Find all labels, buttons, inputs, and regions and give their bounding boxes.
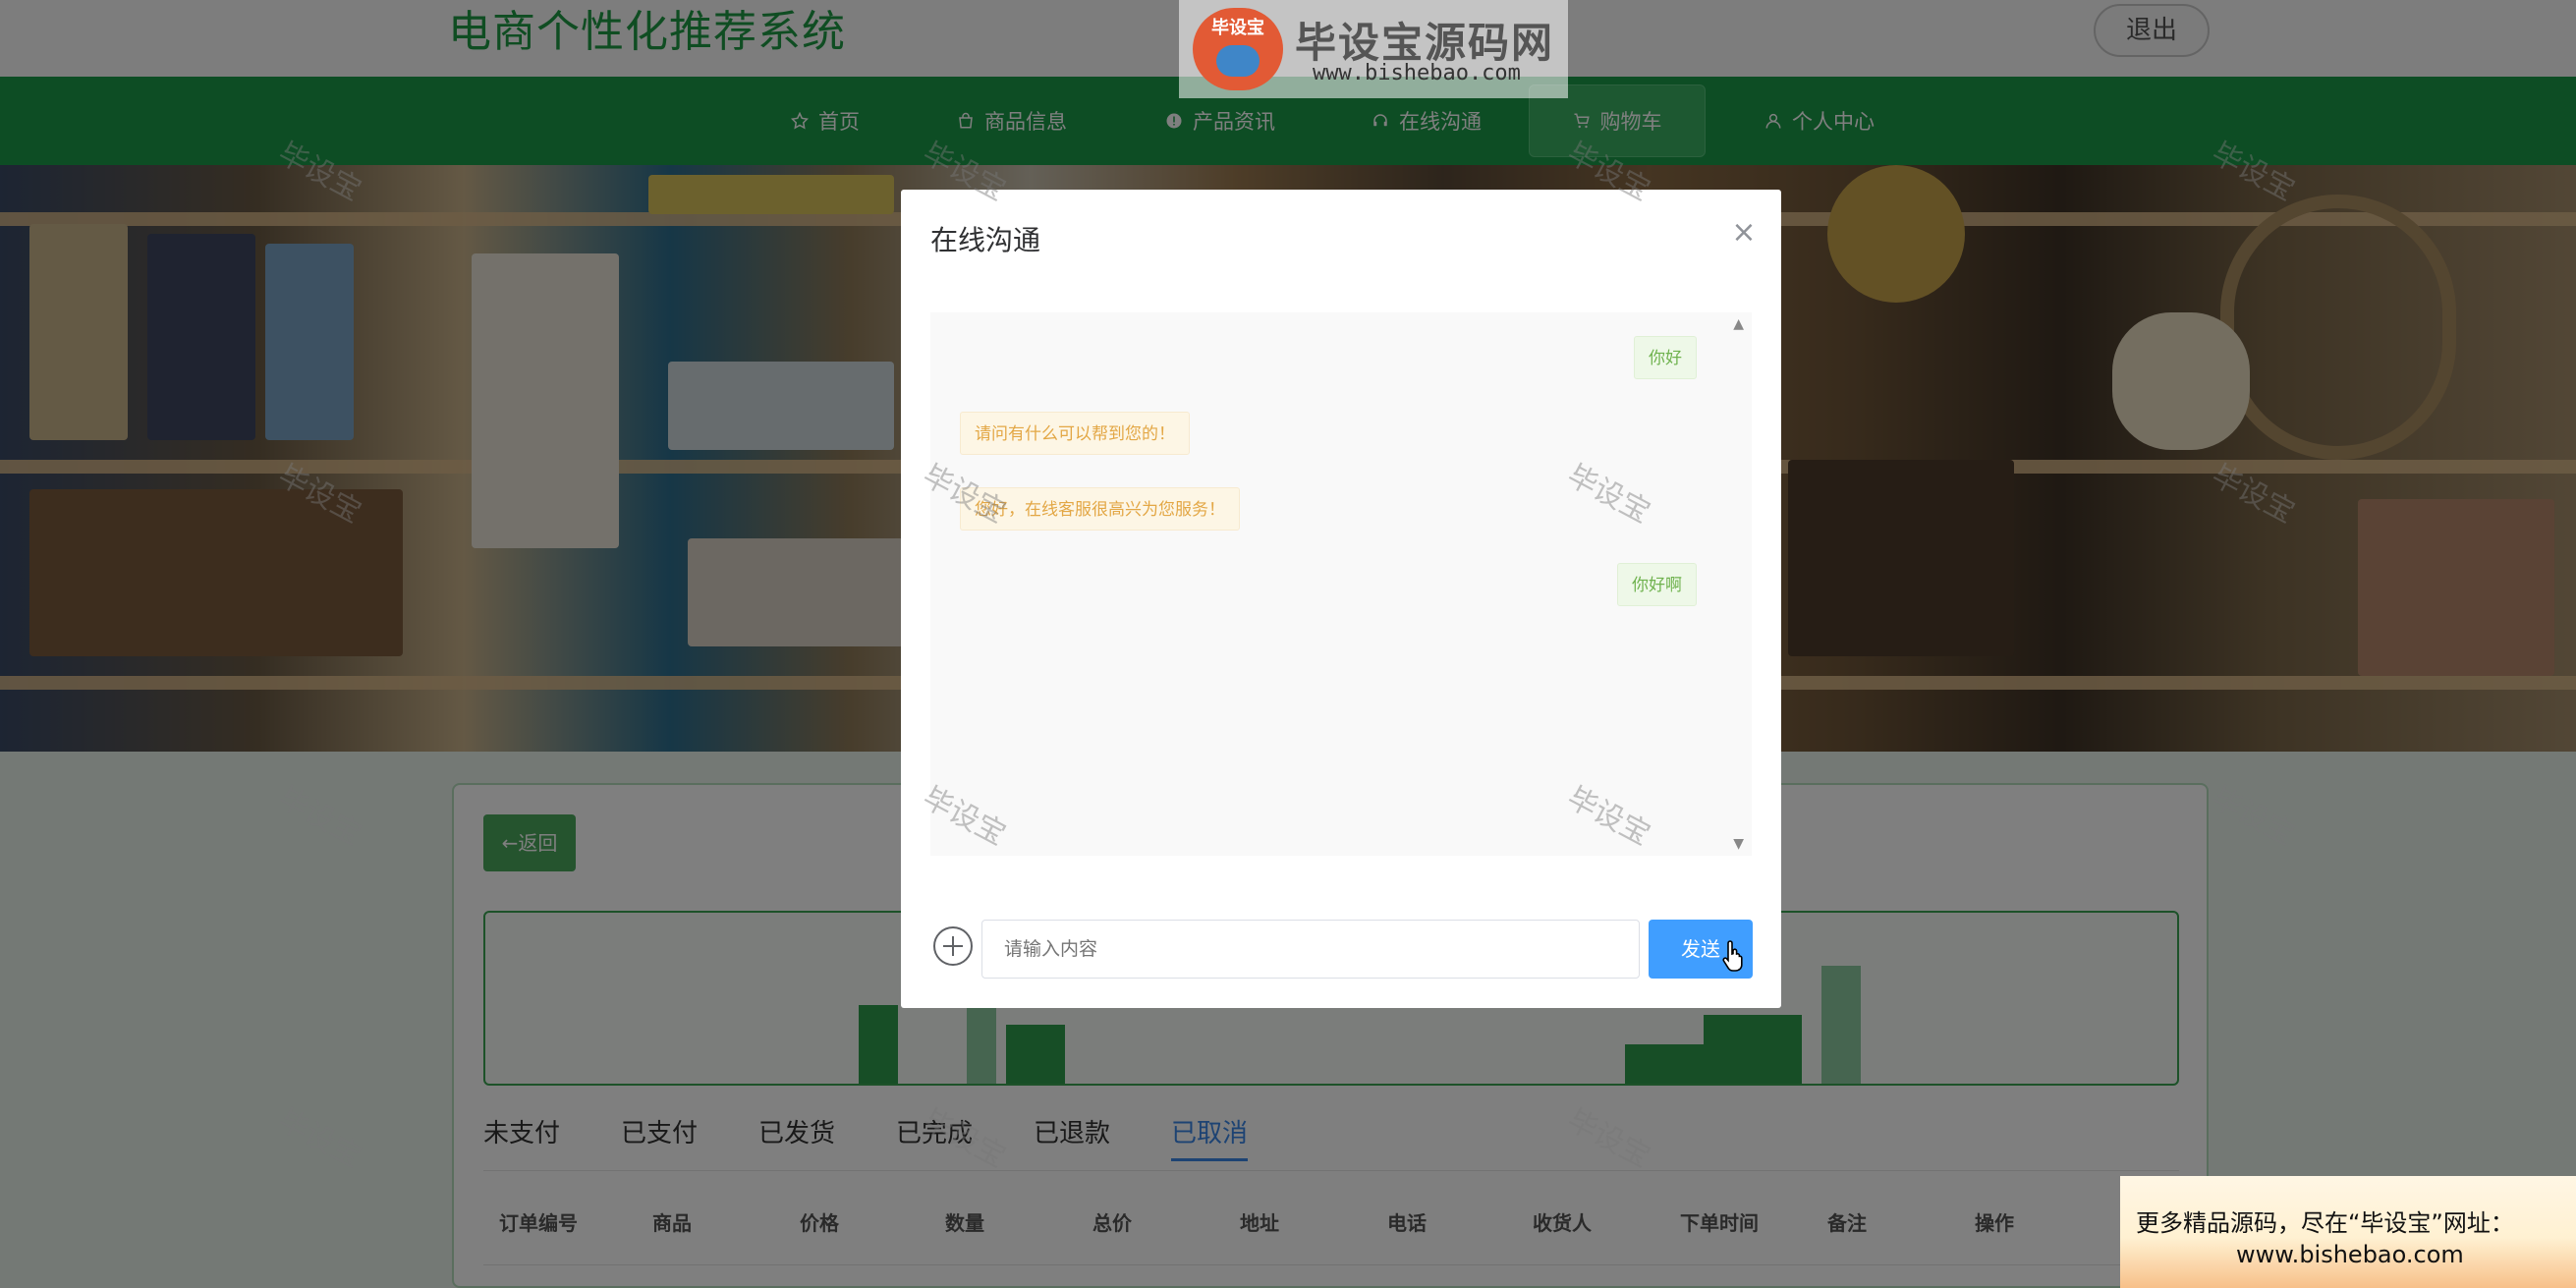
message-input[interactable] <box>981 920 1640 979</box>
promo-url: www.bishebao.com <box>2236 1241 2464 1268</box>
promo-text: 更多精品源码，尽在“毕设宝”网址： <box>2136 1209 2514 1237</box>
chat-dialog: 在线沟通 × ▲ 你好 请问有什么可以帮到您的！ 您好，在线客服很高兴为您服务！… <box>901 190 1781 1008</box>
logo-url: www.bishebao.com <box>1313 61 1521 85</box>
message-bubble-user: 你好 <box>1634 336 1697 379</box>
scroll-down-icon[interactable]: ▼ <box>1733 836 1744 852</box>
message-bubble-user: 你好啊 <box>1617 563 1697 606</box>
chat-messages[interactable]: ▲ 你好 请问有什么可以帮到您的！ 您好，在线客服很高兴为您服务！ 你好啊 ▼ <box>930 312 1752 856</box>
mascot-badge: 毕设宝 <box>1211 18 1264 38</box>
message-bubble-service: 请问有什么可以帮到您的！ <box>960 412 1190 455</box>
scroll-up-icon[interactable]: ▲ <box>1733 316 1744 332</box>
add-attachment-icon[interactable] <box>933 926 973 966</box>
dialog-title: 在线沟通 <box>930 224 1041 256</box>
watermark-logo: 毕设宝 毕设宝源码网 www.bishebao.com <box>1179 0 1568 98</box>
close-icon[interactable]: × <box>1730 218 1758 248</box>
promo-banner[interactable]: 更多精品源码，尽在“毕设宝”网址： www.bishebao.com <box>2120 1176 2576 1288</box>
hand-cursor-icon <box>1722 940 1743 972</box>
